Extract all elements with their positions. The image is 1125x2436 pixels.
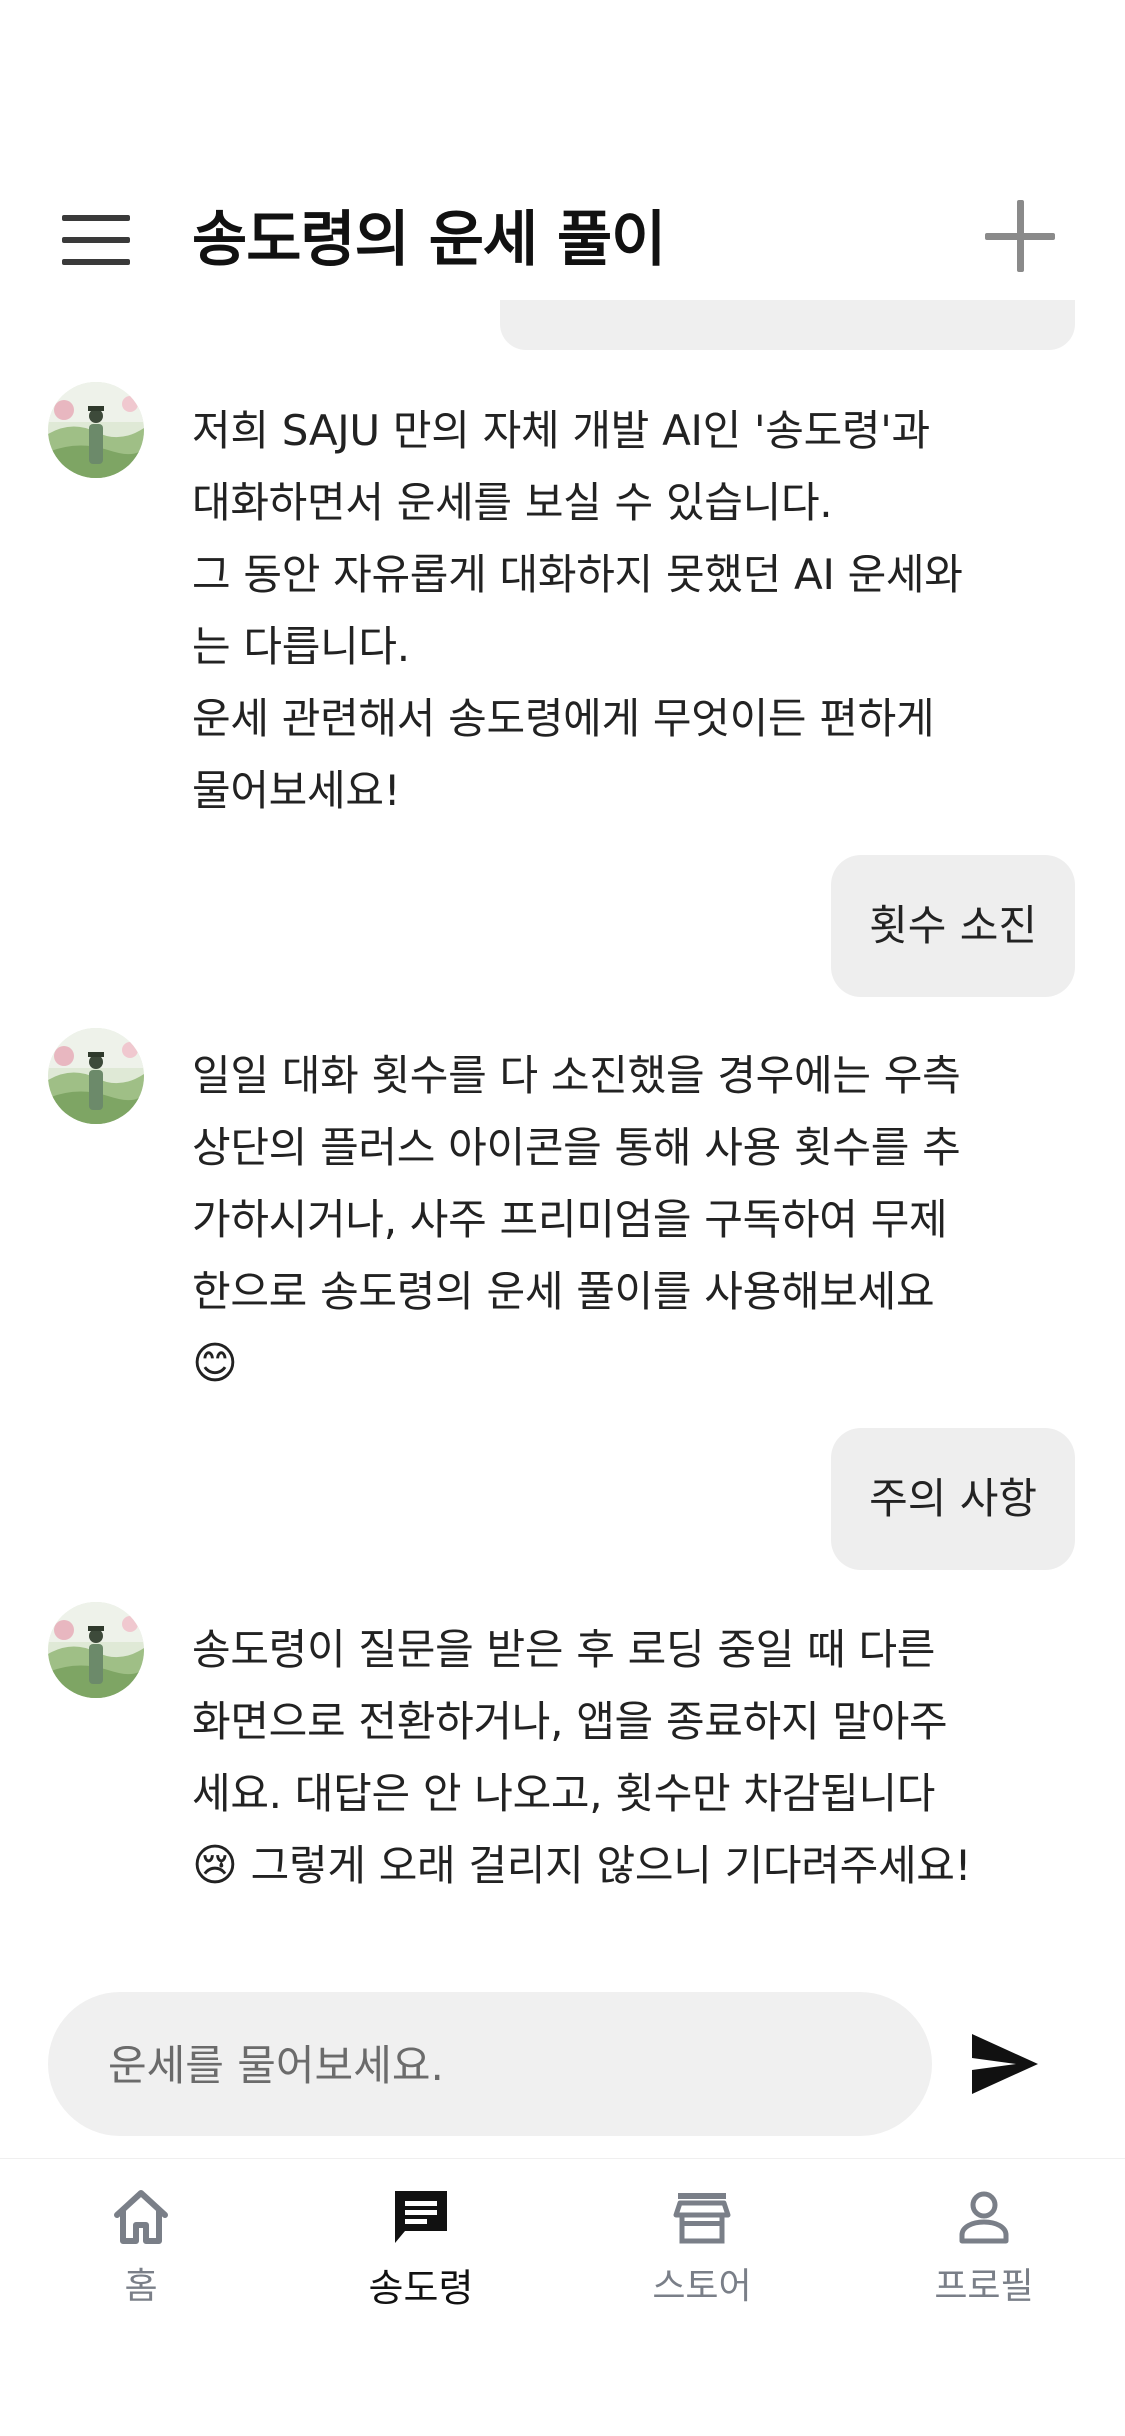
hamburger-menu-icon[interactable] <box>62 212 130 268</box>
user-message-bubble[interactable]: 주의 사항 <box>831 1428 1075 1570</box>
message-input[interactable] <box>106 1992 910 2138</box>
nav-item-home[interactable]: 홈 <box>41 2185 241 2345</box>
bot-message: 저희 SAJU 만의 자체 개발 AI인 '송도령'과 대화하면서 운세를 보실… <box>192 406 963 815</box>
app-root: 송도령의 운세 풀이 저희 SAJU 만의 자체 개발 AI인 '송도령'과 대… <box>0 0 1125 2436</box>
top-app-bar: 송도령의 운세 풀이 <box>0 180 1125 300</box>
home-icon <box>114 2190 168 2244</box>
user-message-bubble[interactable]: 횟수 소진 <box>831 855 1075 997</box>
nav-item-chat[interactable]: 송도령 <box>321 2185 521 2345</box>
bot-message-tail: 그렇게 오래 걸리지 않으니 기다려주세요! <box>250 1841 972 1890</box>
message-input-container <box>48 1992 932 2138</box>
profile-icon <box>959 2191 1009 2244</box>
nav-label-profile: 프로필 <box>934 2266 1034 2307</box>
nav-label-chat: 송도령 <box>368 2266 474 2310</box>
crying-emoji: 😢 <box>192 1840 238 1891</box>
store-icon <box>673 2193 731 2244</box>
bot-message: 일일 대화 횟수를 다 소진했을 경우에는 우측 상단의 플러스 아이콘을 통해… <box>192 1040 1072 1400</box>
bottom-navigation: 홈 송도령 스토어 프로필 <box>0 2158 1125 2436</box>
nav-label-home: 홈 <box>124 2266 158 2307</box>
chat-message-list[interactable]: 저희 SAJU 만의 자체 개발 AI인 '송도령'과 대화하면서 운세를 보실… <box>0 300 1125 1970</box>
bot-message-text: 일일 대화 횟수를 다 소진했을 경우에는 우측 상단의 플러스 아이콘을 통해… <box>192 1051 961 1316</box>
bot-message: 송도령이 질문을 받은 후 로딩 중일 때 다른 화면으로 전환하거나, 앱을 … <box>192 1614 1072 1902</box>
bot-avatar <box>48 1602 144 1698</box>
send-icon[interactable] <box>970 2032 1040 2096</box>
page-title: 송도령의 운세 풀이 <box>192 205 666 275</box>
bot-avatar <box>48 1028 144 1124</box>
chat-icon <box>395 2191 447 2243</box>
previous-user-bubble <box>500 300 1075 350</box>
bot-message-text: 송도령이 질문을 받은 후 로딩 중일 때 다른 화면으로 전환하거나, 앱을 … <box>192 1625 948 1818</box>
nav-label-store: 스토어 <box>652 2266 752 2307</box>
plus-icon[interactable] <box>985 200 1055 272</box>
nav-item-store[interactable]: 스토어 <box>602 2185 802 2345</box>
bot-avatar <box>48 382 144 478</box>
nav-item-profile[interactable]: 프로필 <box>884 2185 1084 2345</box>
smiling-emoji: 😊 <box>192 1338 238 1389</box>
